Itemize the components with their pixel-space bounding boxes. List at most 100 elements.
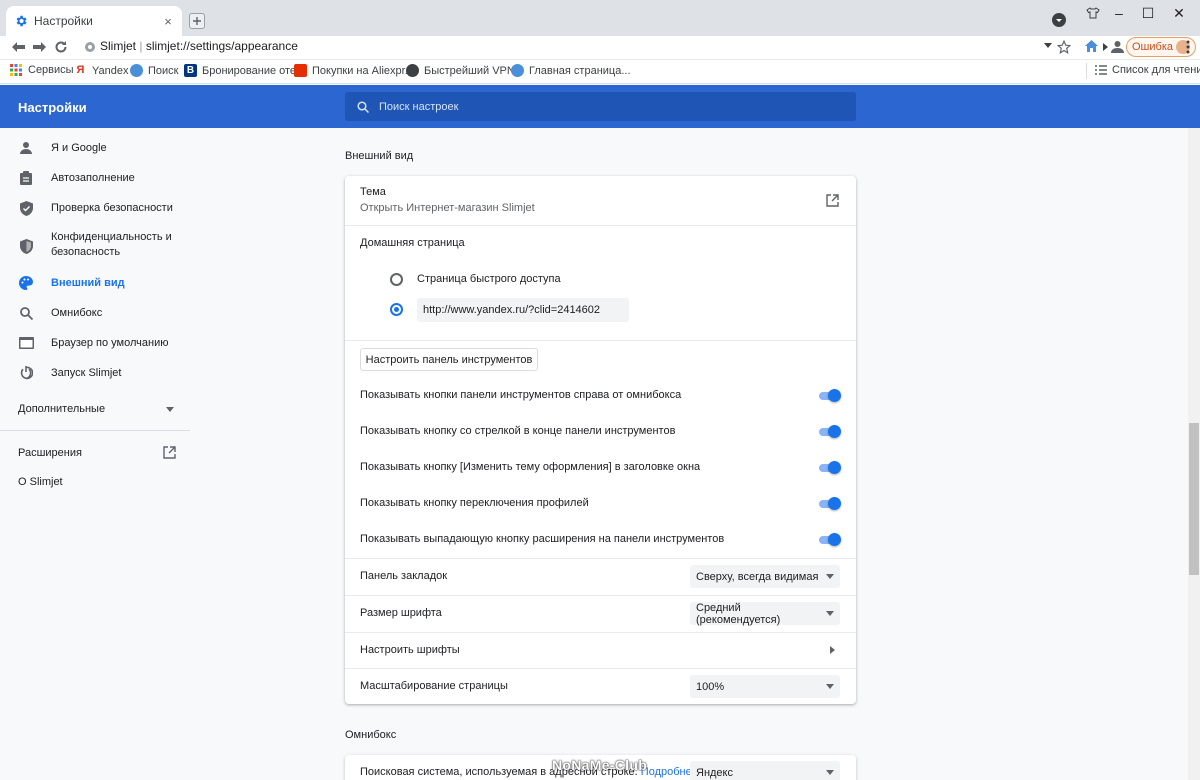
bookmark-home-page[interactable]: Главная страница... (511, 64, 631, 77)
sidebar-item-privacy[interactable]: Конфиденциальность и безопасность (18, 230, 181, 260)
tab-settings[interactable]: Настройки × (6, 6, 182, 36)
palette-icon (18, 275, 34, 291)
bookmark-booking[interactable]: B Бронирование оте... (184, 64, 305, 77)
caret-down-icon (826, 574, 834, 579)
person-icon (18, 140, 34, 156)
sidebar-item-safety-check[interactable]: Проверка безопасности (18, 200, 173, 216)
search-engine-select[interactable]: Яндекс (690, 761, 840, 780)
shield-lock-icon (18, 238, 34, 254)
bookmark-search[interactable]: Поиск (130, 64, 178, 77)
address-dropdown-icon[interactable] (1044, 43, 1052, 49)
bookmarks-bar-select[interactable]: Сверху, всегда видимая (690, 565, 840, 588)
toggle-extension-dropdown[interactable] (817, 533, 841, 547)
caret-down-icon (826, 684, 834, 689)
chevron-down-icon (166, 406, 174, 412)
sidebar-item-startup[interactable]: Запуск Slimjet (18, 365, 121, 381)
sidebar-item-label: Конфиденциальность и безопасность (51, 231, 172, 258)
sidebar-item-omnibox[interactable]: Омнибокс (18, 305, 102, 321)
radio-newtab-label: Страница быстрого доступа (417, 273, 561, 285)
select-value: Сверху, всегда видимая (696, 570, 819, 583)
forward-icon[interactable] (32, 41, 48, 53)
bookmark-star-icon[interactable] (1057, 40, 1071, 54)
error-label: Ошибка (1132, 41, 1173, 53)
address-bar[interactable]: Slimjet | slimjet://settings/appearance (100, 39, 298, 53)
theme-row[interactable]: Тема Открыть Интернет-магазин Slimjet (345, 176, 856, 225)
homepage-url-input[interactable]: http://www.yandex.ru/?clid=2414602 (417, 298, 629, 322)
site-info-icon[interactable] (84, 41, 96, 53)
sidebar-about[interactable]: О Slimjet (18, 476, 63, 488)
sidebar-item-appearance[interactable]: Внешний вид (18, 275, 125, 291)
maximize-button[interactable]: ☐ (1135, 4, 1161, 22)
customize-fonts-label: Настроить шрифты (360, 644, 460, 656)
select-value: Средний (рекомендуется) (696, 601, 781, 626)
radio-newtab[interactable] (390, 273, 403, 286)
toggle-theme-button[interactable] (817, 461, 841, 475)
sidebar-item-autofill[interactable]: Автозаполнение (18, 170, 135, 186)
sidebar-advanced[interactable]: Дополнительные (18, 403, 174, 415)
toggle-label: Показывать выпадающую кнопку расширения … (360, 533, 725, 545)
back-icon[interactable] (10, 41, 26, 53)
page-title: Настройки (18, 100, 87, 115)
aliexpress-icon (294, 64, 307, 77)
bookmark-aliexpress[interactable]: Покупки на Aliexpr... (294, 64, 414, 77)
font-size-select[interactable]: Средний (рекомендуется) (690, 601, 840, 626)
close-window-button[interactable]: ✕ (1166, 4, 1192, 22)
section-title-omnibox: Омнибокс (345, 729, 397, 741)
sidebar-advanced-label: Дополнительные (18, 403, 106, 415)
tab-search-icon[interactable] (1052, 13, 1066, 27)
booking-icon: B (184, 64, 197, 77)
search-icon (357, 100, 369, 113)
bookmark-vpn[interactable]: Быстрейший VPN... (406, 64, 524, 77)
divider (345, 340, 856, 341)
sidebar-item-label: Омнибокс (51, 307, 103, 319)
toggle-label: Показывать кнопку переключения профилей (360, 497, 589, 509)
reading-list-label: Список для чтения (1112, 64, 1200, 76)
reading-list-button[interactable]: Список для чтения (1095, 64, 1200, 76)
radio-custom-url[interactable] (390, 303, 403, 316)
divider (345, 558, 856, 559)
sidebar-item-label: Автозаполнение (51, 172, 135, 184)
toggle-label: Показывать кнопку со стрелкой в конце па… (360, 425, 676, 437)
zoom-select[interactable]: 100% (690, 675, 840, 698)
minimize-button[interactable]: – (1106, 4, 1132, 22)
bookmark-yandex[interactable]: Я Yandex (74, 64, 129, 77)
home-icon[interactable] (1084, 39, 1099, 53)
homepage-label: Домашняя страница (360, 237, 465, 249)
gear-icon (14, 14, 28, 28)
watermark: NoNaMe-Club (552, 757, 648, 773)
bookmark-label: Главная страница... (529, 64, 631, 77)
chevron-right-icon (830, 646, 835, 654)
search-input[interactable]: Поиск настроек (345, 92, 856, 121)
sidebar-item-default-browser[interactable]: Браузер по умолчанию (18, 335, 168, 351)
tab-close-icon[interactable]: × (160, 13, 176, 29)
apps-grid-icon (10, 64, 22, 76)
toggle-arrow-button[interactable] (817, 425, 841, 439)
search-engine-label: Поисковая система, используемая в адресн… (360, 766, 698, 778)
menu-icon[interactable] (1186, 40, 1190, 54)
select-value: Яндекс (696, 766, 733, 779)
bookmark-services[interactable]: Сервисы (10, 64, 74, 76)
profile-icon[interactable] (1111, 40, 1124, 53)
sidebar-item-label: Внешний вид (51, 277, 125, 289)
bookmark-label: Покупки на Aliexpr... (312, 64, 414, 77)
sidebar-extensions[interactable]: Расширения (18, 446, 176, 459)
customize-toolbar-button[interactable]: Настроить панель инструментов (360, 348, 538, 371)
site-name: Slimjet (100, 39, 137, 53)
caret-down-icon (826, 611, 834, 616)
open-external-icon[interactable] (826, 194, 839, 207)
bookmark-label: Поиск (148, 64, 179, 77)
toolbar-chevron-icon[interactable] (1103, 43, 1108, 51)
theme-shirt-icon[interactable] (1080, 4, 1106, 22)
sidebar-item-you-and-google[interactable]: Я и Google (18, 140, 107, 156)
new-tab-button[interactable] (189, 13, 205, 29)
scrollbar-thumb[interactable] (1189, 423, 1199, 575)
browser-icon (18, 335, 34, 351)
bookmarks-bar-label: Панель закладок (360, 570, 448, 582)
toggle-right-buttons[interactable] (817, 389, 841, 403)
power-icon (18, 365, 34, 381)
toggle-profile-switch[interactable] (817, 497, 841, 511)
select-value: 100% (696, 680, 725, 693)
customize-fonts-row[interactable]: Настроить шрифты (345, 633, 856, 668)
open-external-icon (163, 446, 176, 459)
reload-icon[interactable] (54, 40, 68, 54)
